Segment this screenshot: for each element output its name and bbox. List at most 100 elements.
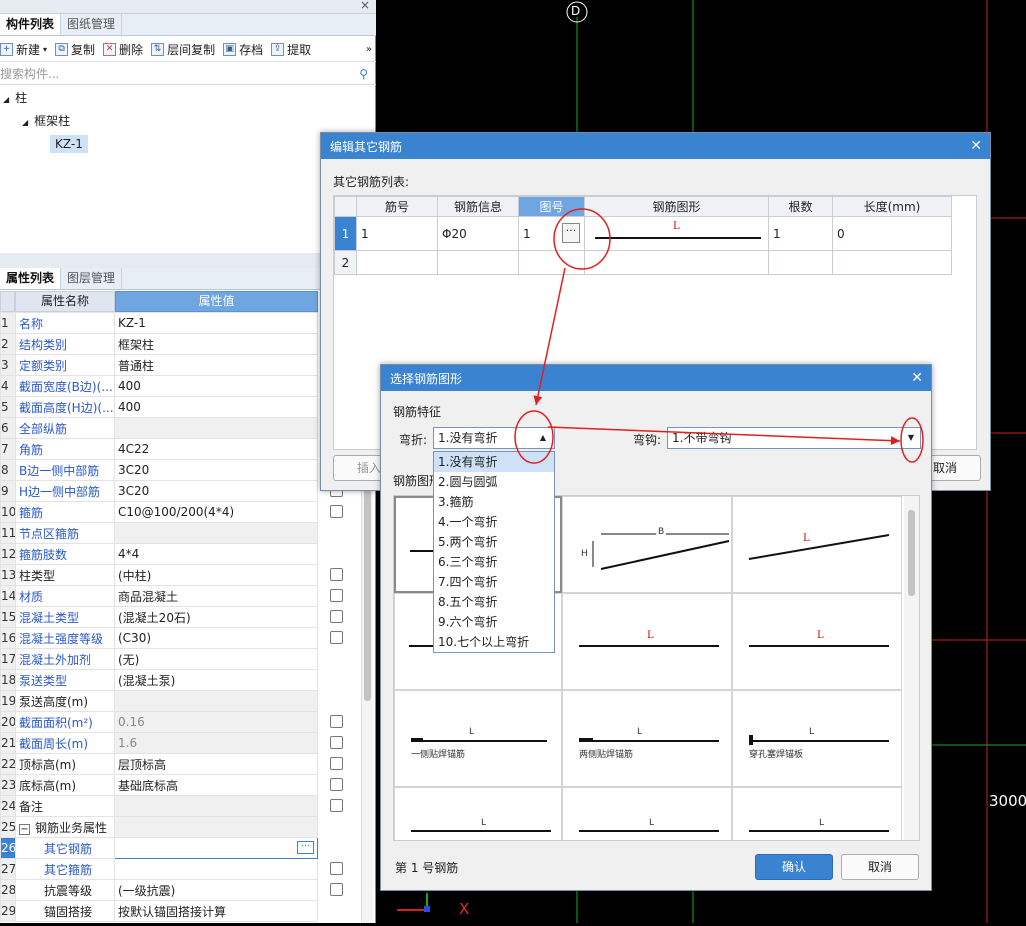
col-rebar-info[interactable]: 钢筋信息 — [437, 196, 519, 217]
search-input[interactable]: 搜索构件... — [0, 65, 59, 82]
option-one-bend[interactable]: 4.一个弯折 — [434, 512, 554, 532]
option-no-bend[interactable]: 1.没有弯折 — [434, 452, 554, 472]
option-two-bends[interactable]: 5.两个弯折 — [434, 532, 554, 552]
scrollbar-thumb[interactable] — [364, 461, 371, 701]
table-row[interactable]: 1 1 Φ20 1 ··· L 1 0 — [334, 216, 952, 251]
cell-count[interactable]: 1 — [768, 216, 833, 251]
property-checkbox[interactable] — [330, 505, 343, 518]
cancel-button[interactable]: 取消 — [841, 854, 919, 880]
origin-marker — [424, 906, 430, 912]
gallery-scrollbar[interactable] — [904, 496, 919, 840]
shape-sloped[interactable]: B H — [562, 496, 732, 593]
more-icon[interactable]: » — [366, 44, 372, 55]
extract-button[interactable]: ⇪ 提取 — [271, 41, 311, 58]
table-row[interactable]: 2 — [334, 250, 952, 275]
shape-plug-weld[interactable]: L 穿孔塞焊锚板 — [732, 690, 902, 787]
component-toolbar: + 新建 ▾ ⧉ 复制 ✕ 删除 ⇅ 层间复制 ▣ 存档 ⇪ 提取 » — [0, 37, 376, 62]
current-rebar-indicator: 第 1 号钢筋 — [395, 861, 459, 875]
tree-item-frame-column[interactable]: ◢ 框架柱 — [0, 110, 376, 133]
cell-rebar-info[interactable]: Φ20 — [437, 216, 519, 251]
property-checkbox[interactable] — [330, 757, 343, 770]
rebar-feature-label: 钢筋特征 — [393, 405, 442, 419]
copy-button[interactable]: ⧉ 复制 — [55, 41, 95, 58]
dialog-title-bar: 编辑其它钢筋 ✕ — [321, 133, 990, 159]
option-five-bends[interactable]: 8.五个弯折 — [434, 592, 554, 612]
save-icon: ▣ — [223, 42, 237, 56]
cell-length[interactable]: 0 — [832, 216, 952, 251]
close-icon[interactable]: ✕ — [911, 370, 923, 386]
shape-one-side-weld[interactable]: L 一侧贴焊锚筋 — [394, 690, 562, 787]
option-six-bends[interactable]: 9.六个弯折 — [434, 612, 554, 632]
component-tabs: 构件列表 图纸管理 — [0, 14, 376, 36]
close-icon[interactable]: × — [360, 0, 370, 12]
cell-rebar-shape[interactable]: L — [584, 216, 769, 251]
property-checkbox[interactable] — [330, 799, 343, 812]
component-search[interactable]: 搜索构件... ⚲ — [0, 63, 376, 85]
col-rebar-no[interactable]: 筋号 — [356, 196, 438, 217]
new-button[interactable]: + 新建 ▾ — [0, 41, 47, 58]
property-checkbox[interactable] — [330, 631, 343, 644]
confirm-button[interactable]: 确认 — [755, 854, 833, 880]
property-checkbox[interactable] — [330, 610, 343, 623]
scrollbar-thumb[interactable] — [908, 510, 915, 596]
tab-drawing-management[interactable]: 图纸管理 — [61, 14, 123, 35]
tab-property-list[interactable]: 属性列表 — [0, 268, 62, 289]
floor-copy-button[interactable]: ⇅ 层间复制 — [151, 41, 215, 58]
chevron-down-icon[interactable]: ▼ — [908, 428, 914, 448]
bend-select[interactable]: 1.没有弯折 ▲ — [433, 427, 555, 449]
cell-rebar-no[interactable]: 1 — [356, 216, 438, 251]
search-icon[interactable]: ⚲ — [359, 67, 368, 81]
shape-gallery-item[interactable]: L — [732, 787, 902, 840]
col-count[interactable]: 根数 — [768, 196, 833, 217]
select-rebar-shape-dialog: 选择钢筋图形 ✕ 钢筋特征 弯折: 1.没有弯折 ▲ 弯钩: 1.不带弯钩 ▼ … — [380, 364, 932, 891]
delete-icon: ✕ — [103, 42, 117, 56]
shape-two-side-weld[interactable]: L 两侧贴焊锚筋 — [562, 690, 732, 787]
col-rebar-shape[interactable]: 钢筋图形 — [584, 196, 769, 217]
chevron-down-icon[interactable]: ▾ — [43, 45, 47, 54]
rebar-list-label: 其它钢筋列表: — [333, 175, 410, 189]
cell-shape-no[interactable]: 1 ··· — [518, 216, 585, 251]
property-checkbox[interactable] — [330, 589, 343, 602]
option-circle-arc[interactable]: 2.圆与圆弧 — [434, 472, 554, 492]
option-stirrup[interactable]: 3.箍筋 — [434, 492, 554, 512]
dimension-text: 3000 — [989, 792, 1026, 810]
tab-component-list[interactable]: 构件列表 — [0, 14, 62, 35]
option-four-bends[interactable]: 7.四个弯折 — [434, 572, 554, 592]
property-checkbox[interactable] — [330, 715, 343, 728]
shape-gallery-item[interactable]: L — [394, 787, 562, 840]
shape-straight-l-2[interactable]: L — [732, 593, 902, 690]
property-checkbox[interactable] — [330, 862, 343, 875]
copy-icon: ⧉ — [55, 42, 69, 56]
property-checkbox[interactable] — [330, 778, 343, 791]
shape-gallery-item[interactable]: L — [562, 787, 732, 840]
dialog-title: 选择钢筋图形 — [390, 371, 463, 386]
delete-button[interactable]: ✕ 删除 — [103, 41, 143, 58]
hook-select[interactable]: 1.不带弯钩 ▼ — [667, 427, 921, 449]
option-seven-plus-bends[interactable]: 10.七个以上弯折 — [434, 632, 554, 652]
property-checkbox[interactable] — [330, 568, 343, 581]
tree-item-column[interactable]: ◢ 柱 — [0, 87, 376, 110]
axis-label: D — [571, 4, 581, 18]
extract-icon: ⇪ — [271, 42, 285, 56]
dialog-title: 编辑其它钢筋 — [330, 139, 403, 154]
floor-copy-icon: ⇅ — [151, 42, 165, 56]
shape-straight-l[interactable]: L — [562, 593, 732, 690]
tab-layer-management[interactable]: 图层管理 — [61, 268, 123, 289]
collapse-icon[interactable]: ◢ — [3, 95, 9, 104]
property-checkbox[interactable] — [330, 883, 343, 896]
panel-header-strip: × — [0, 0, 376, 14]
bend-options-list: 1.没有弯折 2.圆与圆弧 3.箍筋 4.一个弯折 5.两个弯折 6.三个弯折 … — [433, 451, 555, 653]
x-axis-label: X — [459, 900, 470, 918]
close-icon[interactable]: ✕ — [970, 138, 982, 154]
rebar-line — [595, 237, 761, 239]
col-length[interactable]: 长度(mm) — [832, 196, 952, 217]
collapse-icon[interactable]: ◢ — [22, 118, 28, 127]
shape-sloped-l[interactable]: L — [732, 496, 902, 593]
chevron-up-icon[interactable]: ▲ — [540, 428, 546, 448]
col-shape-no[interactable]: 图号 — [518, 196, 585, 217]
property-checkbox[interactable] — [330, 736, 343, 749]
option-three-bends[interactable]: 6.三个弯折 — [434, 552, 554, 572]
ellipsis-button[interactable]: ··· — [562, 223, 580, 243]
save-button[interactable]: ▣ 存档 — [223, 41, 263, 58]
hook-label: 弯钩: — [633, 433, 662, 447]
